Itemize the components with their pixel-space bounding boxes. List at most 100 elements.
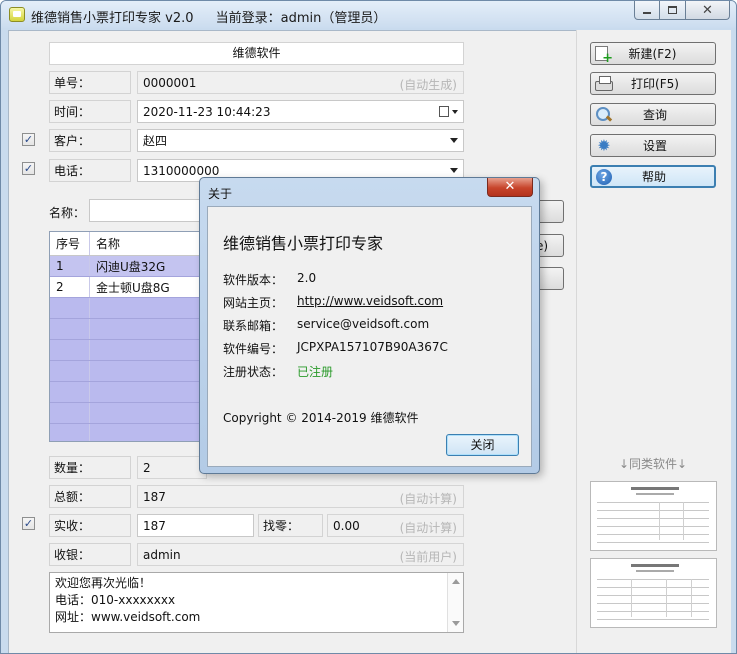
about-key: 网站主页： [223,296,284,310]
number-value: 0000001 [143,75,197,90]
print-icon [595,75,613,91]
change-label: 找零： [258,514,323,537]
similar-software-thumbnail[interactable] [590,558,717,628]
about-close-button[interactable]: ✕ [487,178,533,197]
thumb-column [666,579,667,617]
help-button[interactable]: ? 帮助 [590,165,716,188]
row-name [90,382,203,402]
cashier-label: 收银： [49,543,131,566]
quantity-label: 数量： [49,456,131,479]
name-label: 名称： [49,206,86,220]
row-name [90,361,203,381]
about-status-row: 注册状态： 已注册 [223,363,333,380]
minimize-button[interactable] [634,1,660,20]
received-label: 实收： [49,514,131,537]
thumb-line [597,510,709,511]
calendar-icon[interactable] [439,106,449,117]
new-icon [595,46,613,66]
new-button[interactable]: 新建(F2) [590,42,716,66]
row-name: 金士顿U盘8G [90,277,203,297]
chevron-down-icon[interactable] [450,168,458,173]
table-header: 序号 名称 [50,232,203,256]
about-ok-button[interactable]: 关闭 [446,434,519,456]
about-dialog-title: 关于 [208,187,233,201]
chevron-down-icon[interactable] [452,110,458,114]
settings-button[interactable]: ✹ 设置 [590,134,716,157]
title-bar[interactable]: 维德销售小票打印专家 v2.0 当前登录：admin（管理员） ✕ [1,1,736,28]
thumb-line [597,579,709,580]
similar-software-thumbnail[interactable] [590,481,717,551]
table-row[interactable] [50,403,203,424]
print-button-label: 打印(F5) [631,77,679,91]
about-version-row: 软件版本： 2.0 [223,271,316,288]
maximize-button[interactable] [660,1,686,20]
thumb-column [631,579,632,617]
row-no: 1 [50,256,90,276]
note-scrollbar[interactable] [447,573,463,632]
about-version-value: 2.0 [297,271,317,285]
minimize-icon [643,12,651,14]
maximize-icon [668,6,677,14]
table-row[interactable] [50,298,203,319]
cashier-field: admin (当前用户) [137,543,464,566]
time-picker[interactable]: 2020-11-23 10:44:23 [137,100,464,123]
chevron-down-icon[interactable] [450,138,458,143]
shop-name-field[interactable]: 维德软件 [49,42,464,65]
name-input[interactable] [89,199,209,222]
thumb-line [597,526,709,527]
search-icon [595,106,613,123]
settings-button-label: 设置 [642,139,667,153]
copyright-text: Copyright © 2014-2019 维德软件 [223,411,419,425]
header-no[interactable]: 序号 [50,232,90,255]
thumb-line [597,534,709,535]
phone-checkbox[interactable]: ✓ [22,162,35,175]
thumb-column [683,502,684,540]
about-key: 软件版本： [223,273,284,287]
footer-note-textarea[interactable]: 欢迎您再次光临！ 电话：010-xxxxxxxx 网址：www.veidsoft… [49,572,464,633]
thumb-column [659,502,660,540]
table-row[interactable] [50,340,203,361]
scroll-up-icon[interactable] [452,579,460,584]
scroll-down-icon[interactable] [452,621,460,626]
about-email-value: service@veidsoft.com [297,317,430,331]
customer-checkbox[interactable]: ✓ [22,133,35,146]
table-row[interactable] [50,424,203,441]
table-row[interactable] [50,319,203,340]
items-table[interactable]: 序号 名称 1 闪迪U盘32G 2 金士顿U盘8G [49,231,204,442]
row-name [90,319,203,339]
query-button-label: 查询 [642,108,667,122]
close-button[interactable]: ✕ [686,1,730,20]
website-link[interactable]: http://www.veidsoft.com [297,294,443,311]
row-no [50,403,90,423]
row-no [50,319,90,339]
about-key: 联系邮箱： [223,319,284,333]
total-field: 187 (自动计算) [137,485,464,508]
time-label: 时间： [49,100,131,123]
row-no [50,424,90,441]
customer-select[interactable]: 赵四 [137,129,464,152]
app-title: 维德销售小票打印专家 v2.0 [31,11,194,26]
table-row[interactable]: 1 闪迪U盘32G [50,256,203,277]
query-button[interactable]: 查询 [590,103,716,126]
received-input[interactable]: 187 [137,514,254,537]
table-row[interactable]: 2 金士顿U盘8G [50,277,203,298]
thumb-subtitle-line [636,493,674,495]
main-window: 维德销售小票打印专家 v2.0 当前登录：admin（管理员） ✕ 维德软件 单… [0,0,737,654]
thumb-title-line [631,487,679,490]
close-icon: ✕ [702,2,713,18]
number-hint: (自动生成) [399,78,457,92]
row-no: 2 [50,277,90,297]
cashier-value: admin [143,547,181,562]
thumb-line [597,611,709,612]
table-row[interactable] [50,361,203,382]
row-name [90,424,203,441]
thumb-title-line [631,564,679,567]
table-row[interactable] [50,382,203,403]
change-value: 0.00 [333,518,360,533]
help-icon: ? [596,168,612,185]
help-button-label: 帮助 [641,170,666,184]
about-dialog-body: 维德销售小票打印专家 软件版本： 2.0 网站主页： http://www.ve… [207,206,532,467]
print-button[interactable]: 打印(F5) [590,72,716,95]
header-name[interactable]: 名称 [90,232,203,255]
received-checkbox[interactable]: ✓ [22,517,35,530]
